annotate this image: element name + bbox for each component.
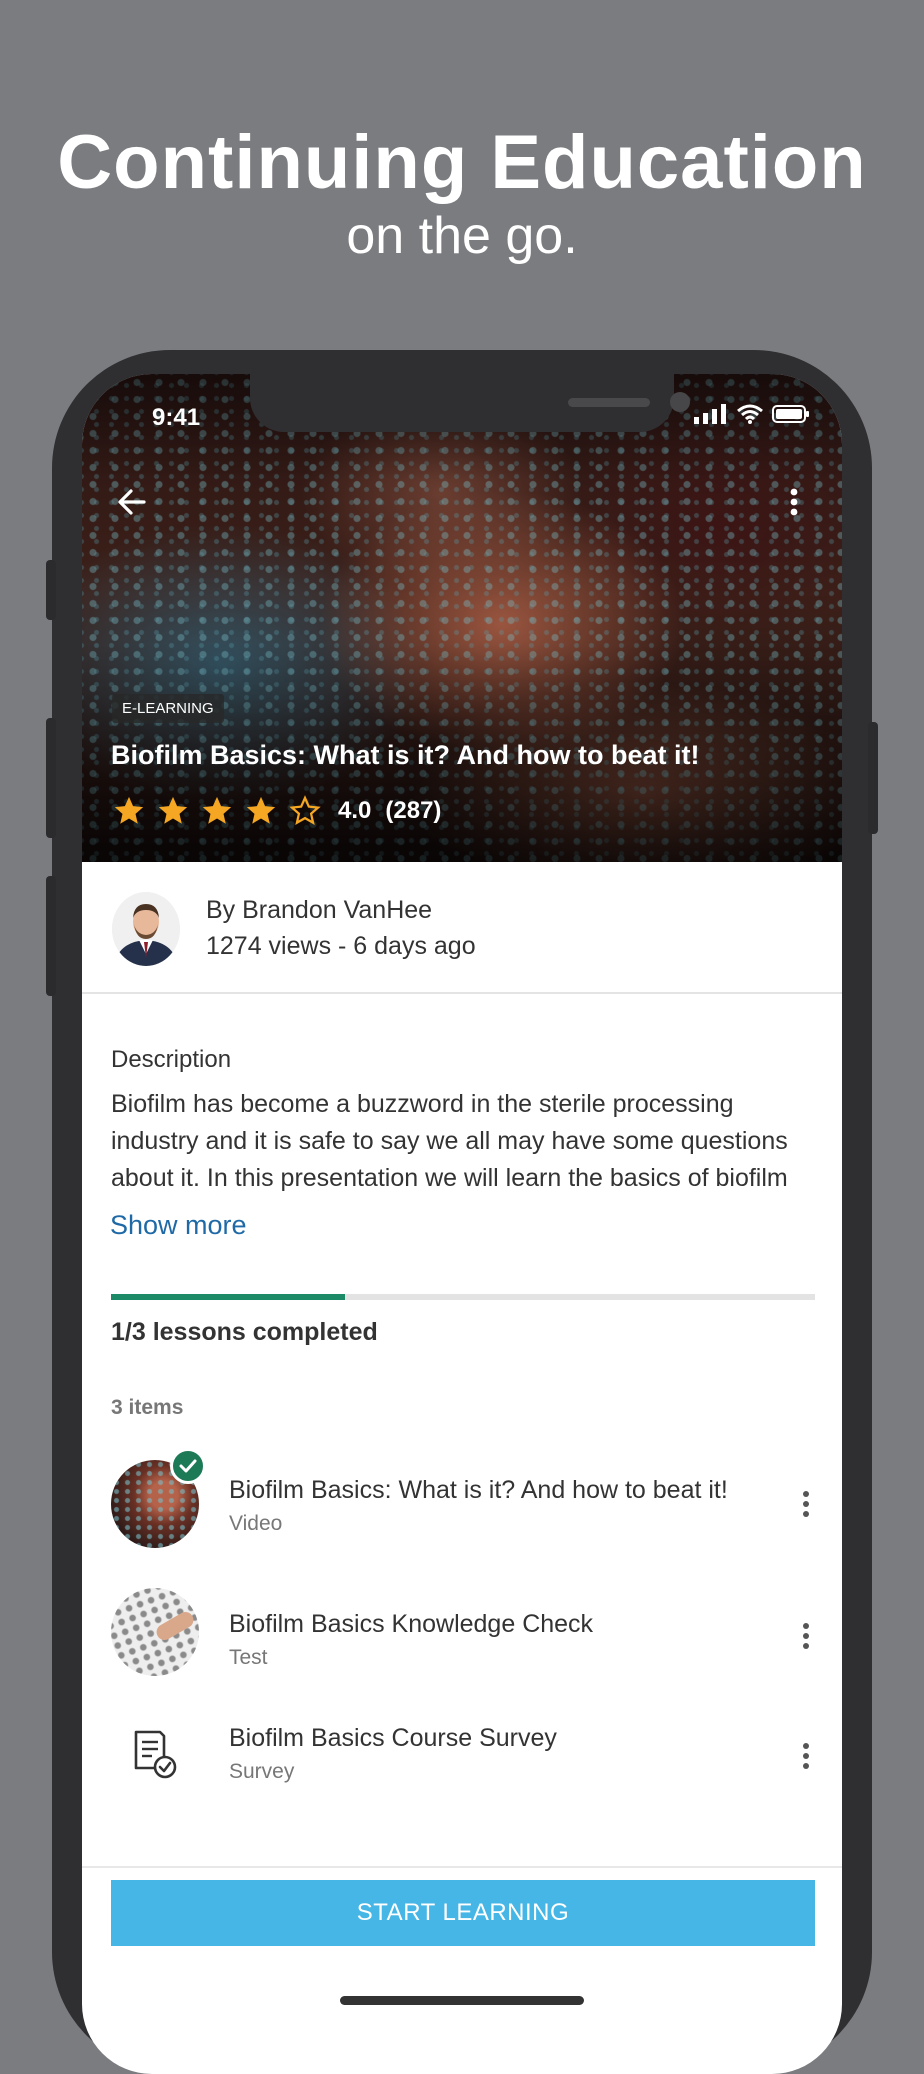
author-avatar[interactable]	[112, 892, 180, 966]
lesson-more-icon[interactable]	[794, 1484, 818, 1524]
signal-icon	[694, 404, 726, 424]
star-filled-icon	[158, 796, 188, 824]
lessons-progress-label: 1/3 lessons completed	[111, 1318, 378, 1346]
status-icons	[694, 404, 810, 424]
lesson-item[interactable]: Biofilm Basics: What is it? And how to b…	[82, 1448, 842, 1554]
phone-mute-switch	[46, 560, 56, 620]
lesson-more-icon[interactable]	[794, 1616, 818, 1656]
phone-notch	[250, 374, 690, 432]
author-section: By Brandon VanHee 1274 views - 6 days ag…	[82, 862, 842, 994]
course-view-stats: 1274 views - 6 days ago	[206, 932, 476, 960]
phone-volume-down	[46, 876, 56, 996]
star-filled-icon	[202, 796, 232, 824]
notch-speaker	[568, 398, 650, 407]
more-options-icon[interactable]	[774, 482, 814, 522]
promo-headline: Continuing Education	[57, 120, 867, 205]
lesson-more-icon[interactable]	[794, 1736, 818, 1776]
footer-divider	[82, 1866, 842, 1868]
star-filled-icon	[246, 796, 276, 824]
course-rating: 4.0 (287)	[112, 794, 441, 828]
lessons-progress-bar	[111, 1294, 815, 1300]
lesson-thumbnail	[111, 1588, 199, 1676]
lesson-item[interactable]: Biofilm Basics Knowledge Check Test	[82, 1588, 842, 1688]
rating-value: 4.0	[338, 797, 372, 824]
lesson-title: Biofilm Basics: What is it? And how to b…	[229, 1476, 728, 1504]
author-name[interactable]: By Brandon VanHee	[206, 896, 432, 925]
home-indicator	[340, 1996, 584, 2005]
lesson-item[interactable]: Biofilm Basics Course Survey Survey	[82, 1702, 842, 1802]
phone-power-button	[868, 722, 878, 834]
phone-volume-up	[46, 718, 56, 838]
start-learning-button[interactable]: START LEARNING	[111, 1880, 815, 1946]
lesson-type: Video	[229, 1512, 283, 1535]
star-filled-icon	[114, 796, 144, 824]
lesson-title: Biofilm Basics Knowledge Check	[229, 1610, 594, 1638]
lesson-type: Survey	[229, 1760, 295, 1783]
show-more-link[interactable]: Show more	[110, 1210, 247, 1241]
rating-count: (287)	[385, 797, 442, 824]
survey-document-icon	[134, 1730, 177, 1779]
completed-check-icon	[170, 1448, 206, 1484]
back-arrow-icon[interactable]	[112, 482, 152, 522]
course-type-badge: E-LEARNING	[112, 694, 224, 723]
lesson-title: Biofilm Basics Course Survey	[229, 1724, 557, 1752]
star-empty-icon	[289, 795, 321, 826]
promo-subline: on the go.	[346, 207, 578, 265]
course-title: Biofilm Basics: What is it? And how to b…	[111, 740, 700, 770]
wifi-icon	[737, 404, 763, 424]
course-hero: 9:41 E-LEARNING Biofilm Basics: What is …	[82, 374, 842, 862]
battery-icon	[772, 405, 809, 423]
lessons-count: 3 items	[111, 1396, 184, 1419]
lesson-type: Test	[229, 1646, 268, 1669]
lessons-progress-fill	[111, 1294, 346, 1300]
description-text: Biofilm has become a buzzword in the ste…	[111, 1090, 788, 1192]
app-screen: 9:41 E-LEARNING Biofilm Basics: What is …	[82, 374, 842, 2074]
notch-camera	[670, 392, 690, 412]
status-time: 9:41	[152, 404, 201, 431]
description-label: Description	[111, 1046, 232, 1073]
